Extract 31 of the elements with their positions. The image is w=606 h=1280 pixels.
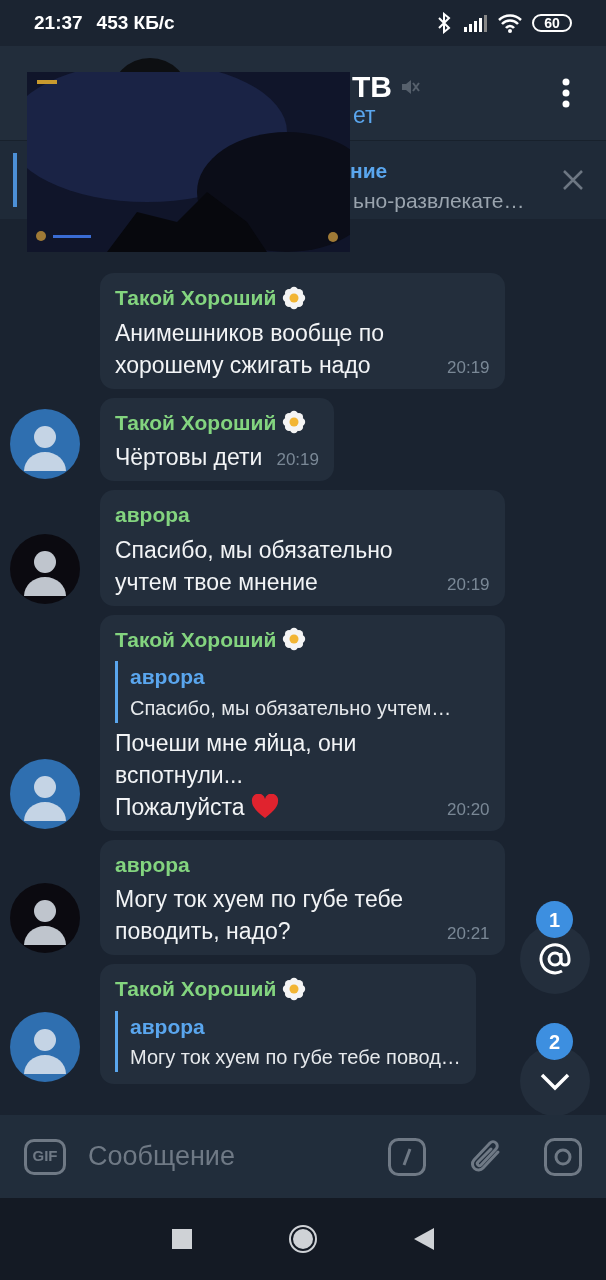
message-text: Пожалуйста xyxy=(115,792,245,822)
sender-name: аврора xyxy=(115,502,190,528)
network-speed: 453 КБ/с xyxy=(96,10,175,35)
sender-name: Такой Хороший xyxy=(115,409,277,436)
unread-badge: 1 xyxy=(536,901,573,938)
message-input[interactable]: Сообщение xyxy=(88,1136,378,1177)
reply-text: Могу ток хуем по губе тебе повод… xyxy=(130,1045,461,1070)
message-time: 20:21 xyxy=(446,923,490,945)
reply-sender: аврора xyxy=(130,664,206,690)
message-time: 20:20 xyxy=(446,798,490,821)
message-text: Могу ток хуем по губе тебе поводить, надо? xyxy=(115,885,405,946)
message-time: 20:19 xyxy=(446,573,490,596)
message-text: Анимешников вообще по хорошему сжигать надо xyxy=(115,318,386,380)
reply-quote[interactable]: аврора Могу ток хуем по губе тебе повод… xyxy=(115,1010,461,1072)
sender-name: Такой Хороший xyxy=(115,976,277,1002)
reply-sender: аврора xyxy=(130,1013,206,1040)
unread-badge: 2 xyxy=(536,1023,573,1060)
pinned-text: ьно-развлекате… xyxy=(353,188,525,214)
battery-indicator: 60 xyxy=(532,14,572,32)
sender-name: Такой Хороший xyxy=(115,285,277,311)
reply-quote[interactable]: аврора Спасибо, мы обязательно учтем… xyxy=(115,661,490,723)
message-text: Чёртовы дети xyxy=(115,443,263,472)
message-time: 20:19 xyxy=(446,356,490,379)
message-text: Почеши мне яйца, они вспотнули... xyxy=(115,728,358,790)
reply-text: Спасибо, мы обязательно учтем… xyxy=(130,695,453,721)
sender-name: Такой Хороший xyxy=(115,626,277,653)
message-text: Спасибо, мы обязательно учтем твое мнение xyxy=(115,535,394,597)
pinned-label: ние xyxy=(350,158,388,184)
sender-name: аврора xyxy=(115,851,190,878)
clock: 21:37 xyxy=(34,10,83,35)
message-time: 20:19 xyxy=(275,449,319,471)
